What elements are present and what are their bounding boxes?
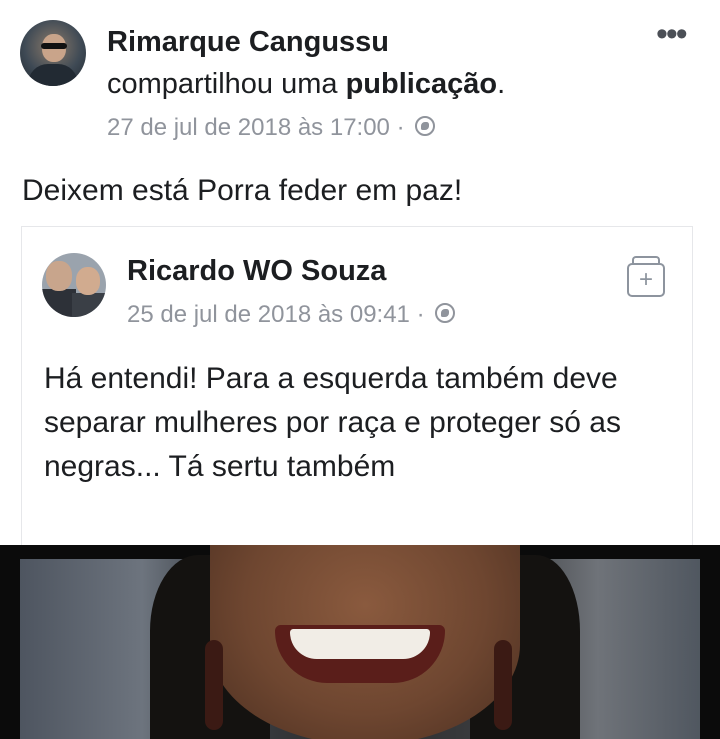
avatar-body [28, 64, 78, 86]
post-timestamp[interactable]: 27 de jul de 2018 às 17:00 · [107, 114, 405, 141]
facebook-post: Rimarque Cangussu compartilhou uma publi… [0, 0, 720, 739]
globe-icon[interactable] [435, 303, 456, 323]
author-name[interactable]: Rimarque Cangussu [107, 26, 389, 59]
photo-earring-left [205, 640, 223, 730]
post-photo[interactable] [0, 545, 720, 739]
save-post-icon[interactable]: + [627, 256, 665, 297]
avatar-person-right-face [76, 267, 100, 295]
post-meta: 27 de jul de 2018 às 17:00 · [107, 114, 436, 142]
plus-icon: + [638, 266, 653, 293]
shared-post-timestamp[interactable]: 25 de jul de 2018 às 09:41 · [127, 301, 425, 328]
shared-post-meta: 25 de jul de 2018 às 09:41 · [127, 301, 456, 329]
photo-earring-right [494, 640, 512, 730]
avatar-person-left-body [42, 289, 76, 317]
shared-post-card: Ricardo WO Souza 25 de jul de 2018 às 09… [21, 226, 693, 547]
avatar-glasses [41, 43, 67, 49]
more-options-icon[interactable]: ••• [656, 17, 688, 51]
avatar-person-right-body [72, 293, 106, 317]
post-text: Deixem está Porra feder em paz! [22, 174, 463, 207]
photo-smile [290, 629, 430, 659]
shared-author-name[interactable]: Ricardo WO Souza [127, 255, 386, 288]
shared-object-link[interactable]: publicação [346, 68, 498, 100]
shared-suffix: . [497, 68, 506, 100]
author-avatar[interactable] [20, 20, 86, 86]
shared-post-text: Há entendi! Para a esquerda também deve … [44, 362, 621, 483]
globe-icon[interactable] [415, 116, 436, 136]
shared-prefix: compartilhou uma [107, 68, 346, 100]
shared-line: compartilhou uma publicação. [107, 68, 505, 101]
avatar-person-left-face [46, 261, 72, 291]
shared-author-avatar[interactable] [42, 253, 106, 317]
